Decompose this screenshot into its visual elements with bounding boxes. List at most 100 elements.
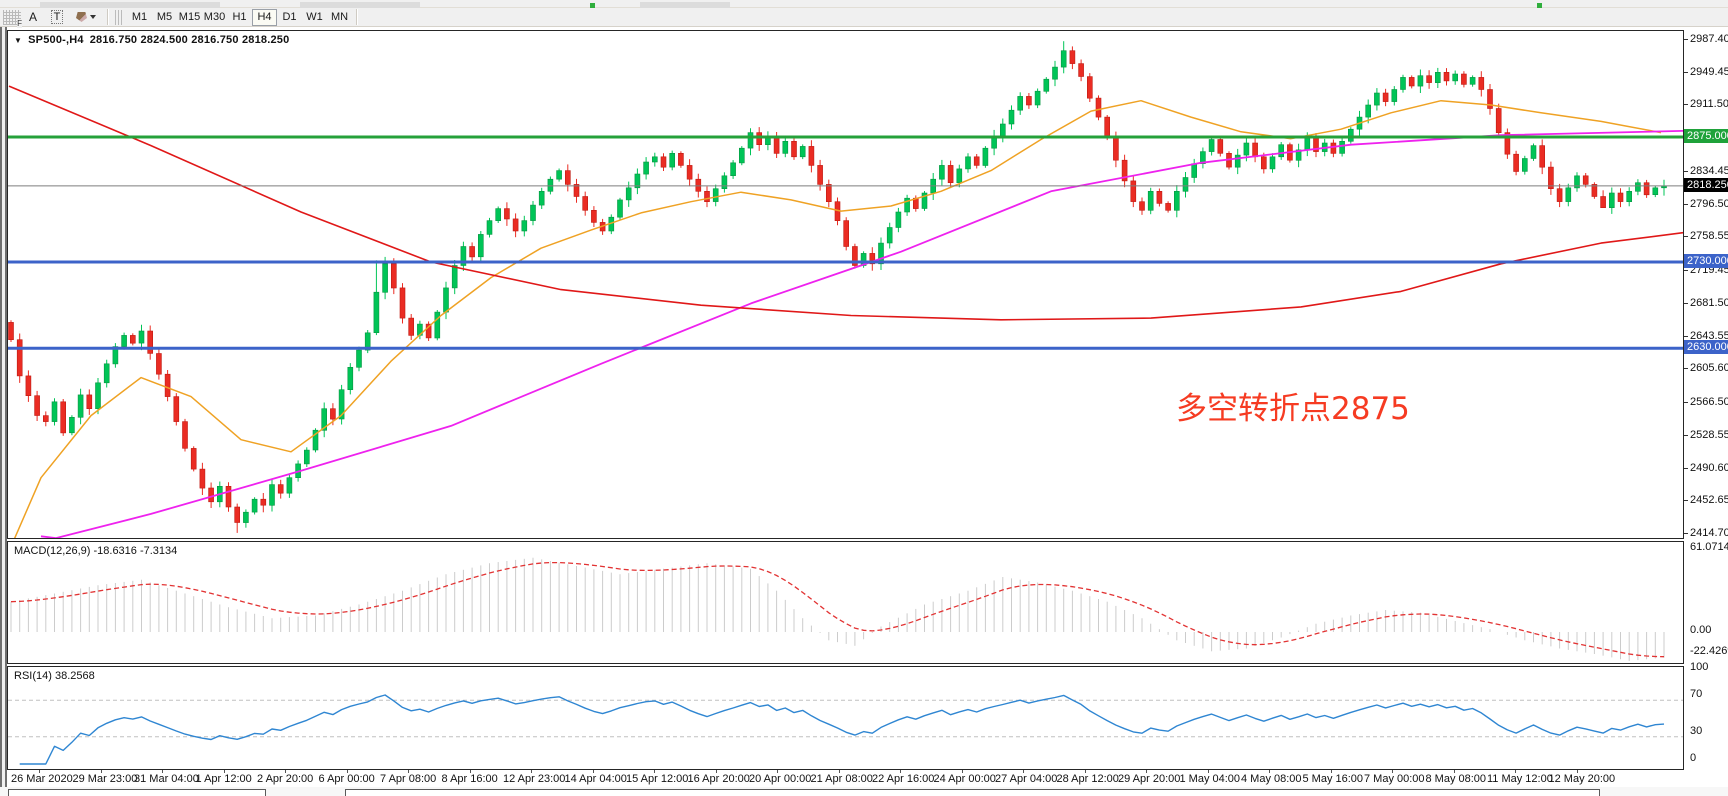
- candle: [35, 396, 40, 416]
- timeframe-button-mn[interactable]: MN: [327, 9, 352, 26]
- macd-indicator-pane[interactable]: MACD(12,26,9) -18.6316 -7.3134: [7, 541, 1684, 664]
- rsi-line: [20, 695, 1664, 764]
- candle: [444, 288, 449, 312]
- candle: [739, 148, 744, 163]
- candle: [757, 133, 762, 145]
- time-axis-label: 14 Apr 04:00: [565, 773, 627, 785]
- chevron-down-icon[interactable]: ▼: [14, 36, 22, 45]
- timeframe-button-m30[interactable]: M30: [202, 9, 227, 26]
- ma-fast-orange: [11, 101, 1661, 538]
- rsi-axis-tick: 30: [1690, 725, 1702, 738]
- candle: [1401, 77, 1406, 89]
- value-axis[interactable]: 2987.4002949.4502911.5002834.4502796.500…: [1684, 30, 1728, 771]
- candle: [1253, 143, 1258, 157]
- text-label-tool-button[interactable]: T: [45, 9, 69, 26]
- time-axis-label: 5 May 16:00: [1303, 773, 1364, 785]
- axis-tick-mark: [1684, 368, 1688, 369]
- candle: [1244, 143, 1249, 155]
- candle: [52, 402, 57, 422]
- axis-tick-mark: [1684, 72, 1688, 73]
- time-axis-label: 12 May 20:00: [1549, 773, 1616, 785]
- macd-axis-zero: 0.00: [1690, 624, 1711, 637]
- timeframe-button-d1[interactable]: D1: [277, 9, 302, 26]
- macd-axis-min: -22.4269: [1690, 645, 1728, 658]
- timeframe-button-m15[interactable]: M15: [177, 9, 202, 26]
- toolbar-separator: [107, 9, 108, 25]
- axis-tick-mark: [1684, 171, 1688, 172]
- candle: [1235, 155, 1240, 167]
- candle: [1540, 146, 1545, 168]
- candle: [1270, 157, 1275, 169]
- candle: [748, 133, 753, 149]
- candle: [826, 184, 831, 201]
- timeframe-button-m5[interactable]: M5: [152, 9, 177, 26]
- time-axis-label: 16 Apr 20:00: [688, 773, 750, 785]
- candle: [252, 499, 257, 512]
- candle: [774, 136, 779, 153]
- rsi-chart: [8, 667, 1683, 769]
- candle: [1435, 72, 1440, 82]
- timeframe-button-m1[interactable]: M1: [127, 9, 152, 26]
- toolbar-grid-handle-icon[interactable]: F: [3, 10, 21, 25]
- candle: [1366, 105, 1371, 117]
- time-axis-label: 11 May 12:00: [1487, 773, 1553, 785]
- candle: [983, 148, 988, 165]
- font-tool-button[interactable]: A: [21, 9, 45, 26]
- toolbar-drag-handle[interactable]: [115, 10, 123, 25]
- price-chart-pane[interactable]: ▼ SP500-,H4 2816.750 2824.500 2816.750 2…: [7, 30, 1684, 539]
- candle: [487, 221, 492, 235]
- candle: [1496, 109, 1501, 133]
- axis-tick-mark: [1684, 336, 1688, 337]
- candle: [452, 266, 457, 288]
- price-axis-tick: 2911.500: [1690, 98, 1728, 111]
- rsi-axis-tick: 70: [1690, 688, 1702, 701]
- timeframe-button-h1[interactable]: H1: [227, 9, 252, 26]
- candle: [1009, 110, 1014, 124]
- candle: [122, 335, 127, 346]
- rsi-indicator-pane[interactable]: RSI(14) 38.2568: [7, 666, 1684, 770]
- time-axis-tick-mark: [101, 770, 102, 773]
- macd-values: -18.6316 -7.3134: [93, 545, 177, 557]
- candle: [391, 264, 396, 288]
- timeframe-button-w1[interactable]: W1: [302, 9, 327, 26]
- rsi-axis-tick: 100: [1690, 661, 1708, 674]
- candle: [1061, 51, 1066, 67]
- timeframe-button-h4[interactable]: H4: [252, 9, 277, 26]
- macd-chart: [8, 542, 1683, 663]
- price-axis-tick: 2605.600: [1690, 362, 1728, 375]
- macd-signal-line: [11, 563, 1664, 657]
- candle: [504, 209, 509, 219]
- candle: [1087, 77, 1092, 99]
- styles-tool-button[interactable]: [69, 9, 103, 26]
- time-axis-tick-mark: [39, 770, 40, 773]
- time-axis-label: 1 May 04:00: [1180, 773, 1241, 785]
- axis-tick-mark: [1684, 104, 1688, 105]
- time-axis-tick-mark: [839, 770, 840, 773]
- candle: [183, 422, 188, 449]
- time-axis-label: 4 May 08:00: [1241, 773, 1302, 785]
- rsi-axis-tick: 0: [1690, 752, 1696, 765]
- price-axis-tick: 2414.700: [1690, 527, 1728, 540]
- candle: [678, 153, 683, 165]
- time-axis-tick-mark: [1577, 770, 1578, 773]
- candle: [1461, 74, 1466, 84]
- candle: [1000, 124, 1005, 136]
- candle: [1644, 183, 1649, 195]
- candle: [235, 507, 240, 523]
- time-axis-tick-mark: [224, 770, 225, 773]
- time-axis[interactable]: 26 Mar 202029 Mar 23:0031 Mar 04:001 Apr…: [7, 770, 1684, 787]
- candle: [1348, 129, 1353, 141]
- time-axis-tick-mark: [408, 770, 409, 773]
- candle: [130, 335, 135, 343]
- candle: [1409, 77, 1414, 86]
- candle: [1653, 188, 1658, 195]
- time-axis-label: 1 Apr 12:00: [196, 773, 252, 785]
- candle: [652, 157, 657, 162]
- price-level-label: 2875.000: [1684, 129, 1728, 143]
- chart-text-annotation[interactable]: 多空转折点2875: [1176, 383, 1410, 428]
- time-axis-tick-mark: [654, 770, 655, 773]
- toolbar: F A T M1M5M15M30H1H4D1W1MN: [0, 8, 1728, 27]
- candle: [9, 322, 14, 339]
- time-axis-tick-mark: [1392, 770, 1393, 773]
- price-axis-tick: 2987.400: [1690, 33, 1728, 46]
